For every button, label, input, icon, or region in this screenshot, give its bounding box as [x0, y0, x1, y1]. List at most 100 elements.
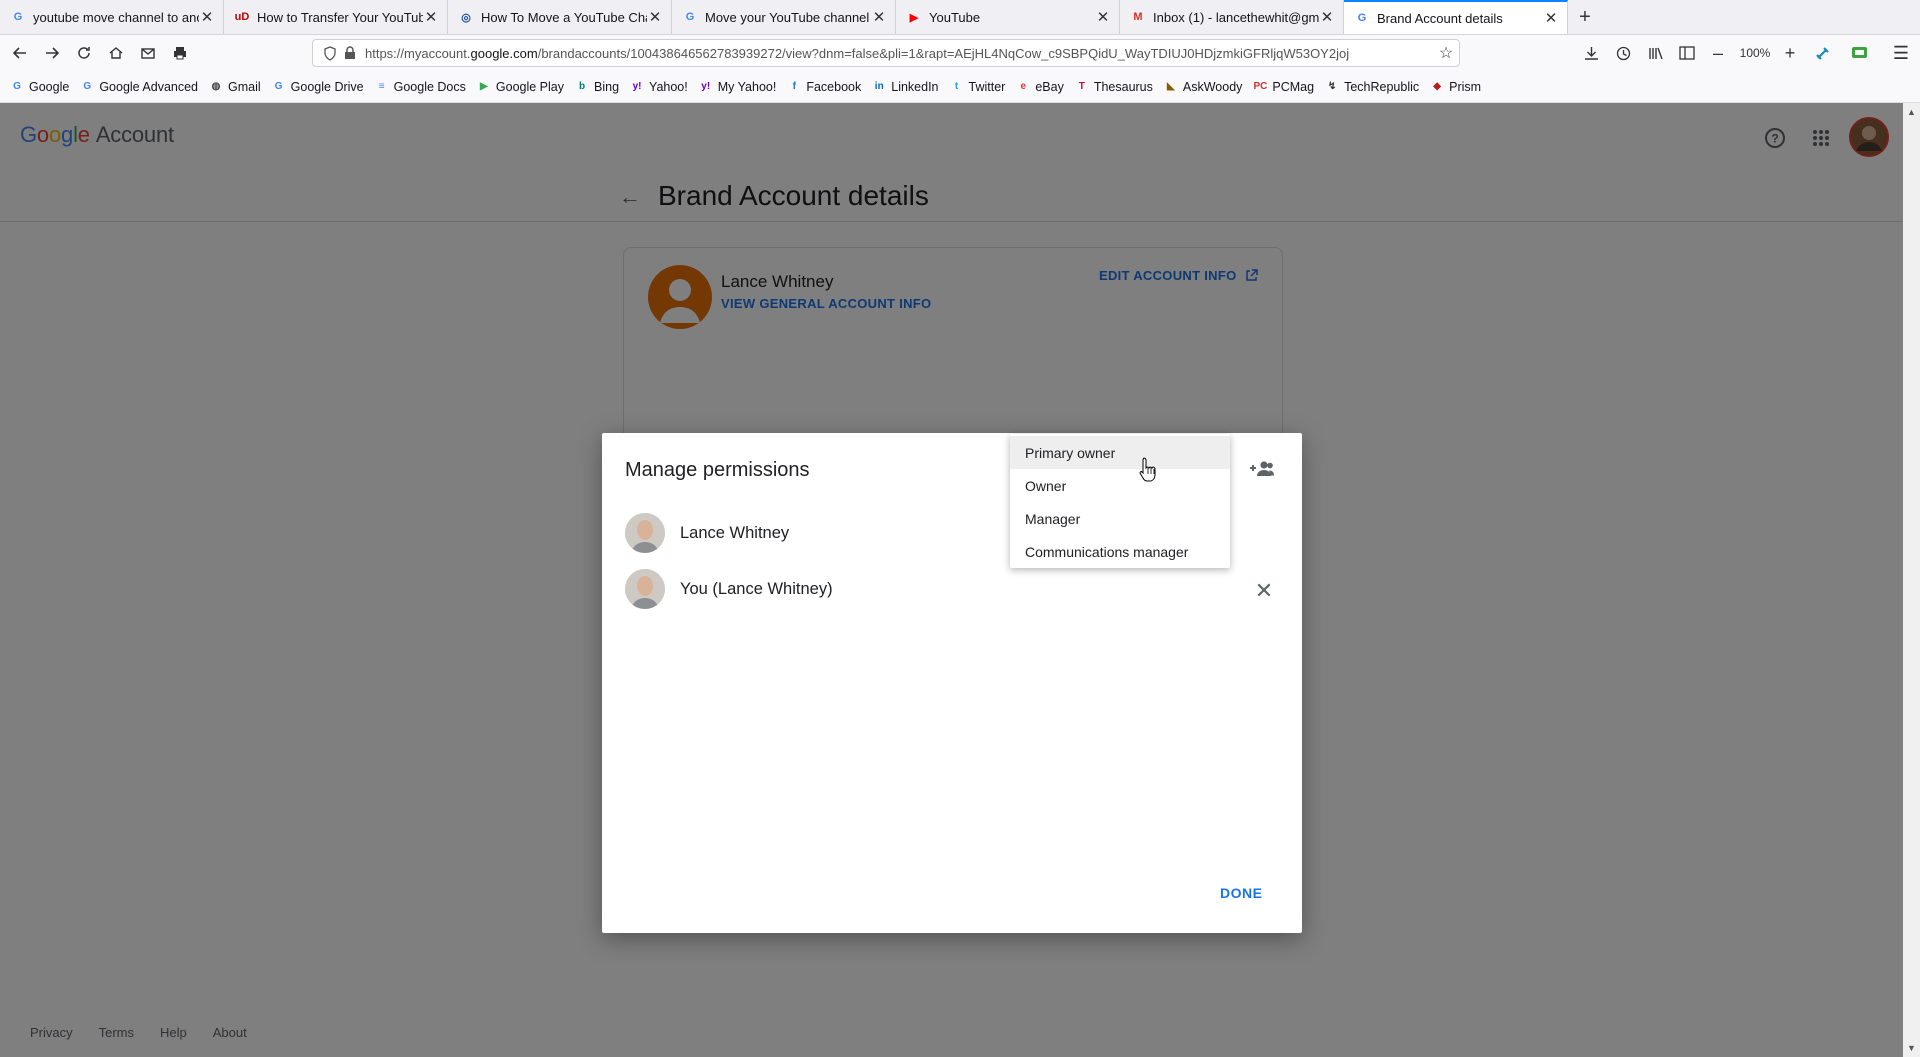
browser-tab[interactable]: ◎ How To Move a YouTube Chan ✕	[448, 0, 672, 34]
add-people-icon	[1250, 461, 1274, 476]
lock-icon[interactable]	[341, 46, 359, 60]
browser-tab[interactable]: ▶ YouTube ✕	[896, 0, 1120, 34]
role-dropdown-menu: Primary owner Owner Manager Communications …	[1010, 434, 1230, 568]
menu-button[interactable]: ☰	[1888, 40, 1914, 66]
thesaurus-icon: T	[1078, 81, 1085, 92]
zoom-in-button[interactable]: +	[1778, 40, 1802, 66]
globe-icon: ◍	[211, 81, 221, 92]
person-name: You (Lance Whitney)	[680, 579, 833, 598]
tab-close-icon[interactable]: ✕	[423, 9, 439, 26]
yahoo-icon: y!	[632, 81, 642, 92]
extension-button-2[interactable]	[1846, 40, 1872, 66]
browser-tab[interactable]: Gyoutube move channel to anot ✕	[0, 0, 224, 34]
done-button[interactable]: DONE	[1220, 885, 1262, 901]
history-button[interactable]	[1610, 40, 1636, 66]
new-tab-button[interactable]: +	[1568, 0, 1602, 34]
tab-close-icon[interactable]: ✕	[1319, 9, 1335, 26]
bookmark-item[interactable]: t Twitter	[950, 79, 1006, 94]
bookmark-item[interactable]: T Thesaurus	[1075, 80, 1153, 94]
bookmark-label: Yahoo!	[649, 79, 688, 94]
bookmark-label: LinkedIn	[891, 79, 939, 94]
yahoo-icon: y!	[701, 81, 711, 92]
back-arrow-icon	[12, 47, 26, 59]
mail-button[interactable]	[132, 39, 164, 67]
browser-tab[interactable]: uD How to Transfer Your YouTube ✕	[224, 0, 448, 34]
address-bar[interactable]: https://myaccount.google.com/brandaccoun…	[312, 39, 1460, 67]
facebook-icon: f	[792, 81, 797, 92]
bookmark-item[interactable]: ↯ TechRepublic	[1325, 80, 1419, 94]
person-name: Lance Whitney	[680, 523, 790, 542]
tab-title: How To Move a YouTube Chan	[481, 9, 647, 25]
bookmark-item[interactable]: ▶ Google Play	[477, 80, 564, 94]
bookmark-item[interactable]: y! Yahoo!	[630, 80, 688, 94]
bookmark-item[interactable]: ◆ Prism	[1430, 80, 1481, 94]
sidebar-icon	[1679, 46, 1695, 60]
tracking-protection-shield-icon[interactable]	[319, 45, 341, 61]
bookmark-item[interactable]: G Google Drive	[272, 80, 364, 94]
docs-icon: ≡	[378, 81, 385, 92]
bookmark-label: Twitter	[968, 79, 1006, 94]
bookmark-item[interactable]: y! My Yahoo!	[699, 80, 776, 94]
bookmark-item[interactable]: in LinkedIn	[872, 79, 939, 94]
downloads-button[interactable]	[1578, 40, 1604, 66]
tab-title: Brand Account details	[1377, 10, 1503, 26]
role-option[interactable]: Communications manager	[1010, 535, 1230, 568]
home-button[interactable]	[100, 39, 132, 67]
extension-puzzle-icon	[1816, 47, 1829, 60]
hamburger-menu-icon: ☰	[1892, 42, 1910, 63]
scroll-down-arrow-icon[interactable]: ▼	[1907, 1043, 1916, 1053]
remove-person-button[interactable]: ✕	[1250, 577, 1278, 605]
role-option[interactable]: Manager	[1010, 502, 1230, 535]
dialog-title: Manage permissions	[625, 459, 810, 481]
zoom-level[interactable]: 100%	[1733, 40, 1777, 66]
scroll-up-arrow-icon[interactable]: ▲	[1907, 107, 1916, 117]
tab-close-icon[interactable]: ✕	[1095, 9, 1111, 26]
back-button[interactable]	[4, 39, 36, 67]
tab-close-icon[interactable]: ✕	[647, 9, 663, 26]
permission-row: You (Lance Whitney)	[625, 567, 833, 611]
bookmark-item[interactable]: e eBay	[1016, 80, 1064, 94]
bookmark-star-icon[interactable]: ☆	[1433, 43, 1459, 63]
clock-icon	[1616, 46, 1630, 60]
extension-button[interactable]	[1810, 40, 1836, 66]
bookmark-label: Google Advanced	[99, 79, 199, 94]
browser-tab[interactable]: G Move your YouTube channel to ✕	[672, 0, 896, 34]
print-button[interactable]	[164, 39, 196, 67]
prism-icon: ◆	[1433, 81, 1441, 92]
bookmark-label: Thesaurus	[1093, 79, 1153, 94]
role-option[interactable]: Owner	[1010, 469, 1230, 502]
minus-icon: –	[1712, 42, 1723, 63]
google-icon: G	[274, 81, 283, 92]
bookmark-label: Google Docs	[393, 79, 466, 94]
zoom-out-button[interactable]: –	[1706, 40, 1730, 66]
bookmarks-toolbar: G Google G Google Advanced ◍ Gmail G Google Dri…	[0, 71, 1920, 103]
bookmark-item[interactable]: PC PCMag	[1253, 80, 1314, 94]
tab-close-icon[interactable]: ✕	[199, 9, 215, 26]
browser-tab[interactable]: G Brand Account details ✕	[1344, 0, 1568, 34]
bookmark-label: TechRepublic	[1344, 79, 1420, 94]
tab-close-icon[interactable]: ✕	[1543, 10, 1559, 27]
tab-title: Inbox (1) - lancethewhit@gma	[1153, 9, 1319, 25]
bookmark-item[interactable]: G Google	[10, 80, 69, 94]
bookmark-item[interactable]: f Facebook	[787, 80, 862, 94]
google-icon: G	[1357, 12, 1367, 24]
bookmark-item[interactable]: b Bing	[575, 80, 619, 94]
vertical-scrollbar[interactable]: ▲ ▼	[1903, 103, 1920, 1057]
bookmark-item[interactable]: ◣ AskWoody	[1164, 80, 1242, 94]
linkedin-icon: in	[874, 81, 884, 92]
sidebar-button[interactable]	[1674, 40, 1700, 66]
library-button[interactable]	[1643, 40, 1669, 66]
bookmark-item[interactable]: ≡ Google Docs	[375, 80, 466, 94]
tab-close-icon[interactable]: ✕	[871, 9, 887, 26]
url-domain: google.com	[470, 45, 538, 61]
reload-button[interactable]	[68, 39, 100, 67]
role-option[interactable]: Primary owner	[1010, 436, 1230, 469]
forward-button[interactable]	[36, 39, 68, 67]
browser-tab[interactable]: M Inbox (1) - lancethewhit@gma ✕	[1120, 0, 1344, 34]
bing-icon: b	[578, 81, 586, 92]
bookmark-item[interactable]: ◍ Gmail	[209, 80, 261, 94]
add-person-button[interactable]	[1247, 457, 1277, 481]
tab-title: youtube move channel to anot	[33, 9, 199, 25]
pcmag-icon: PC	[1253, 81, 1268, 92]
bookmark-item[interactable]: G Google Advanced	[80, 80, 198, 94]
